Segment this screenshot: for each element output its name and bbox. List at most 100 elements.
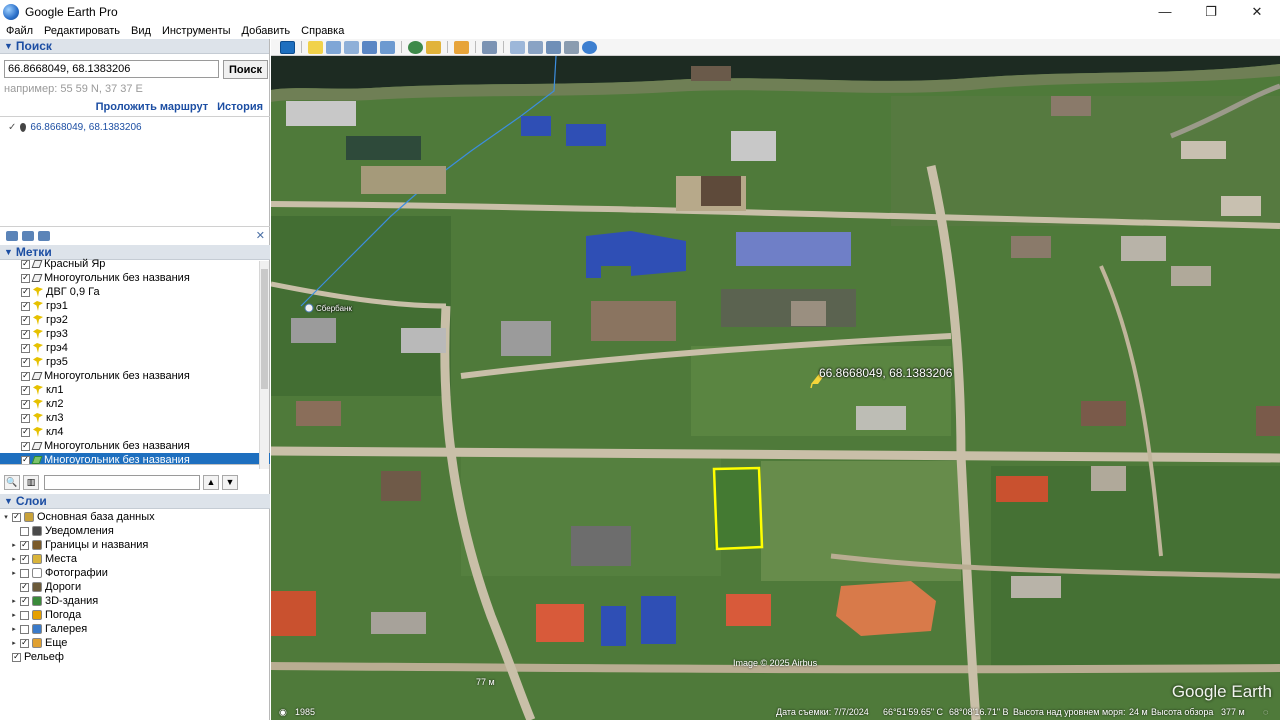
add-placemark-icon[interactable]	[308, 40, 323, 54]
place-item[interactable]: ✓ кл3	[0, 411, 270, 425]
place-item[interactable]: ✓ кл4	[0, 425, 270, 439]
menu-help[interactable]: Справка	[295, 25, 349, 37]
menu-file[interactable]: Файл	[0, 25, 38, 37]
expand-icon[interactable]: ▸	[10, 597, 18, 605]
place-checkbox[interactable]: ✓	[21, 413, 30, 423]
layer-item[interactable]: ✓ Рельеф	[0, 650, 270, 664]
place-item[interactable]: ✓ кл1	[0, 383, 270, 397]
layer-item[interactable]: ▾ ✓ Основная база данных	[0, 510, 270, 524]
place-item[interactable]: ✓ грэ2	[0, 313, 270, 327]
layer-checkbox[interactable]: ✓	[20, 554, 29, 564]
sidebar-toggle-icon[interactable]	[280, 40, 295, 54]
layer-checkbox[interactable]: ✓	[12, 652, 21, 662]
planets-icon[interactable]	[454, 40, 469, 54]
places-scrollbar[interactable]	[259, 261, 269, 469]
place-checkbox[interactable]: ✓	[21, 399, 30, 409]
layer-item[interactable]: ▸ Погода	[0, 608, 270, 622]
sunlight-icon[interactable]	[426, 40, 441, 54]
place-item[interactable]: ✓ Многоугольник без названия	[0, 439, 270, 453]
record-tour-icon[interactable]	[380, 40, 395, 54]
layer-item[interactable]: ▸ ✓ 3D-здания	[0, 594, 270, 608]
layer-checkbox[interactable]: ✓	[20, 638, 29, 648]
expand-icon[interactable]: ▸	[10, 611, 18, 619]
layer-item[interactable]: ▸ Фотографии	[0, 566, 270, 580]
scrollbar-thumb[interactable]	[261, 269, 268, 389]
earth-view-icon[interactable]	[582, 40, 597, 54]
history-link[interactable]: История	[217, 101, 263, 113]
place-checkbox[interactable]: ✓	[21, 385, 30, 395]
place-item[interactable]: ✓ ДВГ 0,9 Га	[0, 285, 270, 299]
place-item[interactable]: ✓ Многоугольник без названия	[0, 453, 270, 464]
place-checkbox[interactable]: ✓	[21, 259, 30, 269]
menu-view[interactable]: Вид	[125, 25, 156, 37]
place-checkbox[interactable]: ✓	[21, 287, 30, 297]
expand-icon[interactable]: ▾	[2, 513, 10, 521]
place-checkbox[interactable]: ✓	[21, 315, 30, 325]
add-path-icon[interactable]	[344, 40, 359, 54]
place-checkbox[interactable]: ✓	[21, 441, 30, 451]
save-image-icon[interactable]	[546, 40, 561, 54]
email-icon[interactable]	[510, 40, 525, 54]
menu-edit[interactable]: Редактировать	[38, 25, 125, 37]
place-checkbox[interactable]: ✓	[21, 273, 30, 283]
maximize-button[interactable]: ❐	[1188, 0, 1234, 23]
layer-checkbox[interactable]	[20, 568, 29, 578]
folder-icon[interactable]	[6, 230, 18, 241]
expand-icon[interactable]: ▸	[10, 541, 18, 549]
map-view-icon[interactable]	[564, 40, 579, 54]
copy-icon[interactable]	[22, 230, 34, 241]
layers-header[interactable]: ▼ Слои	[0, 494, 270, 509]
add-overlay-icon[interactable]	[362, 40, 377, 54]
layer-checkbox[interactable]: ✓	[20, 596, 29, 606]
place-item[interactable]: ✓ грэ1	[0, 299, 270, 313]
layer-checkbox[interactable]	[20, 526, 29, 536]
layer-item[interactable]: ✓ Дороги	[0, 580, 270, 594]
place-checkbox[interactable]: ✓	[21, 371, 30, 381]
search-places-icon[interactable]: 🔍	[4, 474, 20, 490]
place-checkbox[interactable]: ✓	[21, 427, 30, 437]
place-checkbox[interactable]: ✓	[21, 455, 30, 464]
layer-checkbox[interactable]: ✓	[12, 512, 21, 522]
minimize-button[interactable]: —	[1142, 0, 1188, 23]
historical-imagery-icon[interactable]	[408, 40, 423, 54]
place-checkbox[interactable]: ✓	[21, 329, 30, 339]
menu-tools[interactable]: Инструменты	[156, 25, 236, 37]
places-filter-input[interactable]	[44, 474, 200, 490]
panel-toggle-icon[interactable]: ▥	[23, 474, 39, 490]
expand-icon[interactable]: ▸	[10, 555, 18, 563]
place-item[interactable]: ✓ кл2	[0, 397, 270, 411]
place-item[interactable]: ✓ грэ5	[0, 355, 270, 369]
map-view[interactable]: 66.8668049, 68.1383206 Сбербанк Image © …	[271, 56, 1280, 720]
place-item[interactable]: ✓ Многоугольник без названия	[0, 271, 270, 285]
route-link[interactable]: Проложить маршрут	[96, 101, 208, 113]
layer-checkbox[interactable]: ✓	[20, 582, 29, 592]
layer-checkbox[interactable]: ✓	[20, 540, 29, 550]
place-checkbox[interactable]: ✓	[21, 357, 30, 367]
place-checkbox[interactable]: ✓	[21, 343, 30, 353]
layer-item[interactable]: ▸ ✓ Места	[0, 552, 270, 566]
place-item[interactable]: ✓ грэ3	[0, 327, 270, 341]
print-icon[interactable]	[528, 40, 543, 54]
close-button[interactable]: ✕	[1234, 0, 1280, 23]
timeline-icon[interactable]: ◉	[279, 707, 287, 718]
layer-checkbox[interactable]	[20, 610, 29, 620]
menu-add[interactable]: Добавить	[236, 25, 296, 37]
expand-icon[interactable]: ▸	[10, 569, 18, 577]
expand-icon[interactable]: ▸	[10, 639, 18, 647]
move-up-icon[interactable]: ▲	[203, 474, 219, 490]
layer-item[interactable]: ▸ Галерея	[0, 622, 270, 636]
ruler-icon[interactable]	[482, 40, 497, 54]
expand-icon[interactable]: ▸	[10, 625, 18, 633]
search-button[interactable]: Поиск	[223, 60, 268, 79]
place-item[interactable]: ✓ Многоугольник без названия	[0, 369, 270, 383]
clear-results-icon[interactable]: ✕	[256, 229, 265, 242]
search-header[interactable]: ▼ Поиск	[0, 39, 269, 54]
layer-item[interactable]: ▸ ✓ Еще	[0, 636, 270, 650]
print-icon[interactable]	[38, 230, 50, 241]
place-item[interactable]: ✓ Красный Яр	[0, 257, 270, 271]
layer-checkbox[interactable]	[20, 624, 29, 634]
add-polygon-icon[interactable]	[326, 40, 341, 54]
layer-item[interactable]: Уведомления	[0, 524, 270, 538]
move-down-icon[interactable]: ▼	[222, 474, 238, 490]
search-result-item[interactable]: ✓ 66.8668049, 68.1383206	[8, 122, 142, 133]
